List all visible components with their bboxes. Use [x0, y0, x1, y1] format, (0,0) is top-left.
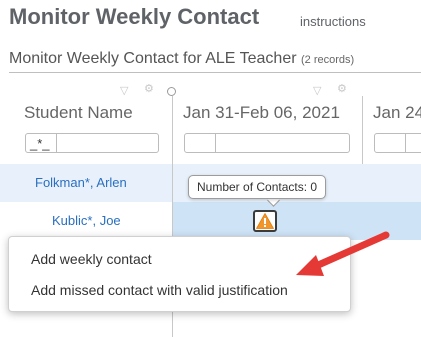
filter-input-separator [405, 134, 406, 152]
menu-item-add-weekly-contact[interactable]: Add weekly contact [31, 251, 152, 267]
warning-icon [256, 213, 274, 229]
section-title-text: Monitor Weekly Contact for ALE Teacher [9, 50, 297, 67]
menu-item-add-missed-contact[interactable]: Add missed contact with valid justificat… [31, 282, 288, 298]
filter-input-value: _*_ [30, 136, 50, 151]
week-jan24-filter-input[interactable] [374, 133, 421, 153]
gear-icon[interactable]: ⚙ [337, 82, 347, 95]
filter-icon[interactable]: ▽ [313, 84, 321, 97]
filter-input-separator [215, 134, 216, 152]
section-title: Monitor Weekly Contact for ALE Teacher (… [9, 50, 354, 68]
filter-input-separator [56, 134, 57, 152]
column-header-week-jan31[interactable]: Jan 31-Feb 06, 2021 [183, 103, 340, 123]
instructions-link[interactable]: instructions [300, 14, 366, 29]
page-title: Monitor Weekly Contact [9, 4, 260, 29]
arrow-annotation [296, 231, 390, 276]
column-header-student-name[interactable]: Student Name [24, 103, 133, 123]
student-link-kublic[interactable]: Kublic*, Joe [52, 213, 121, 228]
student-name-filter-input[interactable]: _*_ [25, 133, 159, 153]
record-count: (2 records) [301, 54, 355, 66]
column-resize-handle[interactable] [167, 87, 176, 96]
column-header-week-jan24[interactable]: Jan 24 [373, 103, 421, 123]
column-divider [362, 96, 363, 164]
warning-icon-button[interactable] [253, 210, 277, 232]
contacts-tooltip: Number of Contacts: 0 [188, 175, 327, 199]
section-divider [9, 72, 421, 73]
gear-icon[interactable]: ⚙ [144, 82, 154, 95]
week-jan31-filter-input[interactable] [184, 133, 350, 153]
filter-icon[interactable]: ▽ [120, 84, 128, 97]
student-link-folkman[interactable]: Folkman*, Arlen [35, 175, 127, 190]
